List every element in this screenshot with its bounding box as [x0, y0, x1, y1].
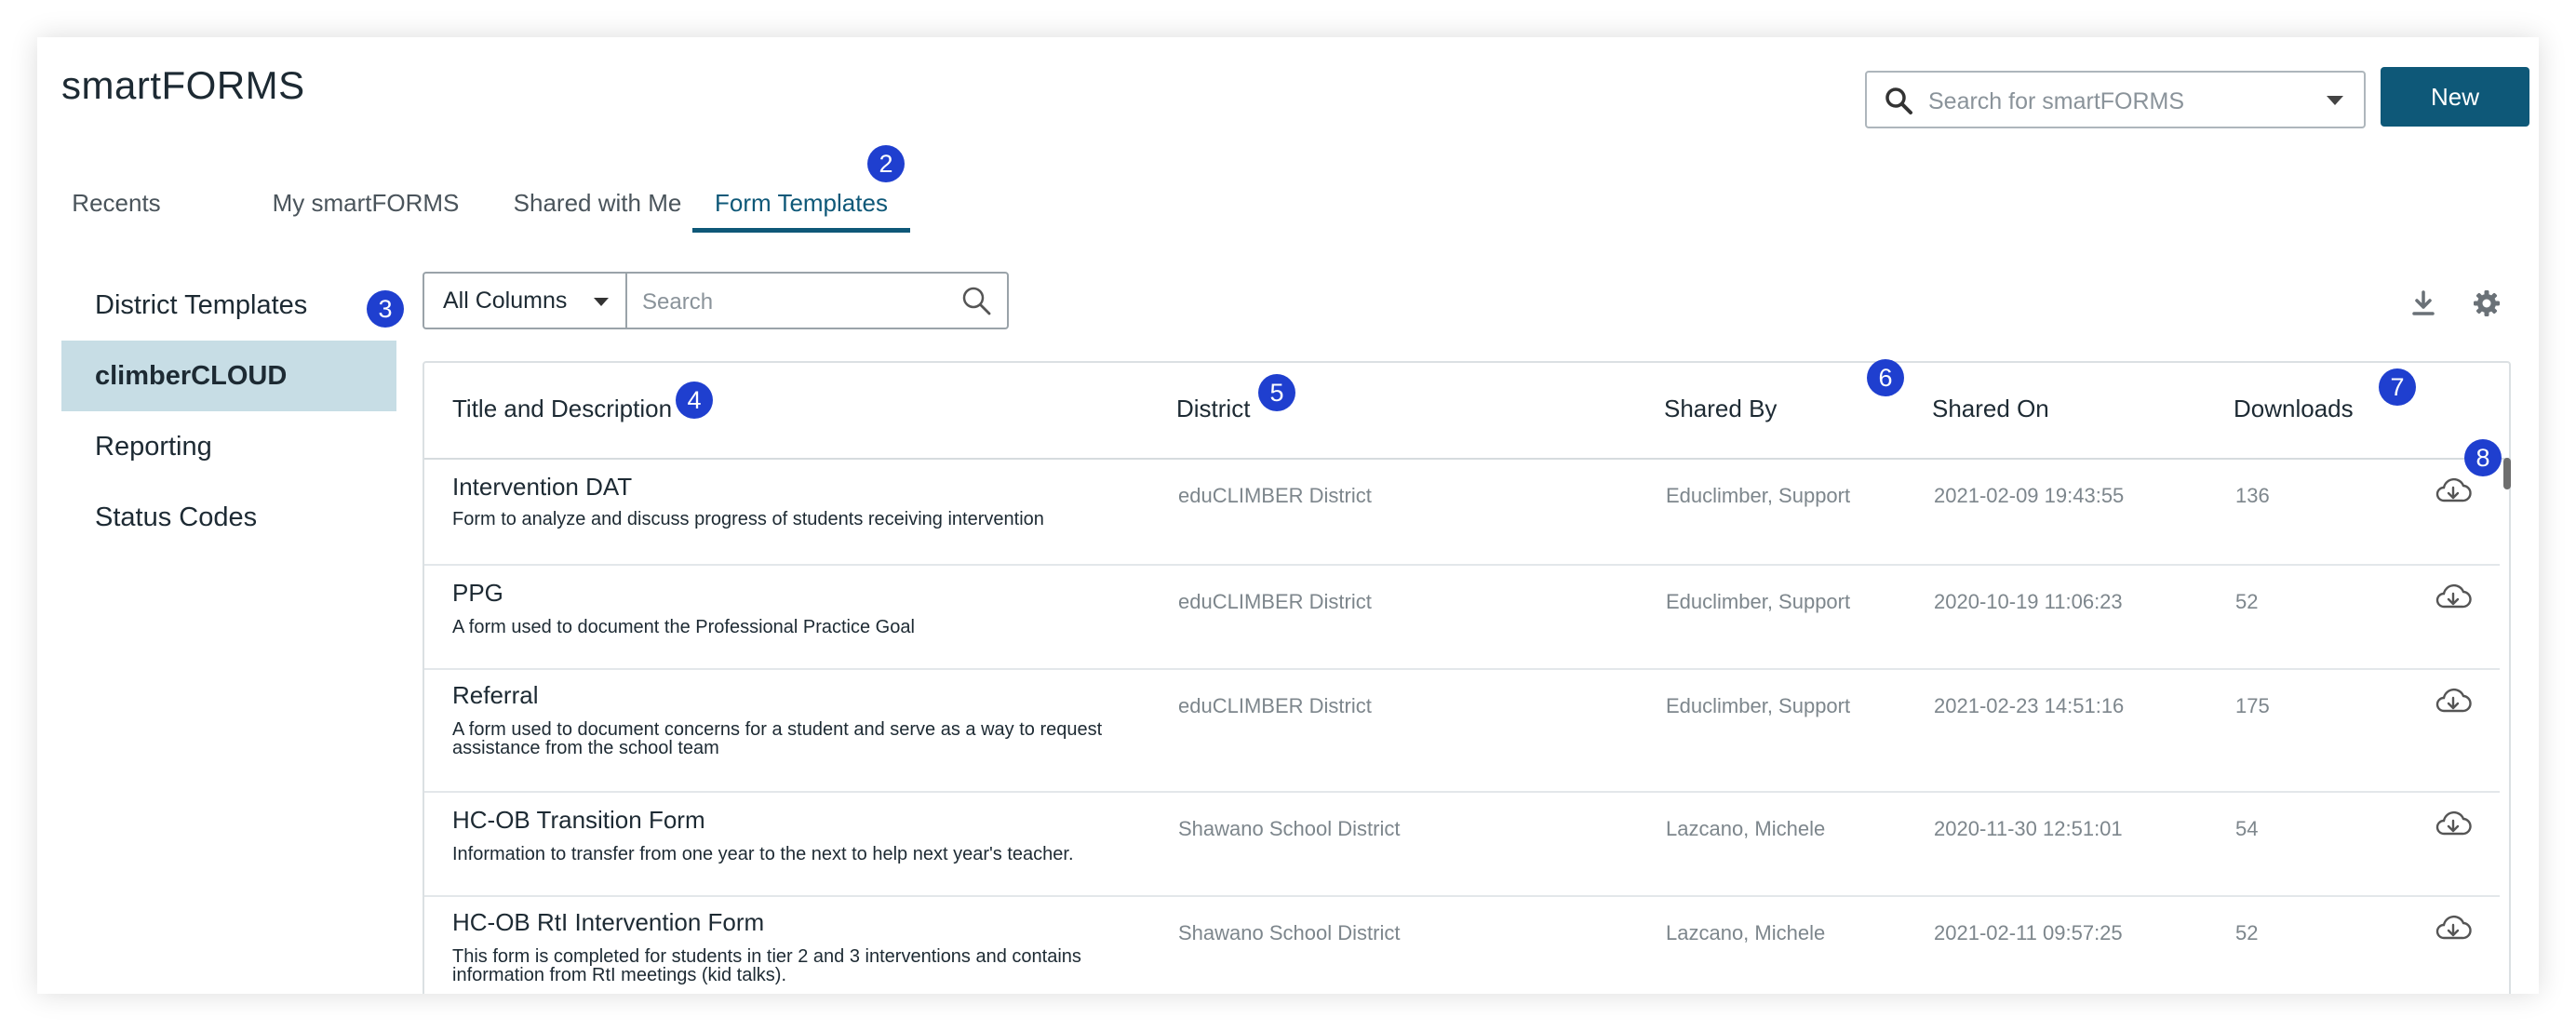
tab-shared-with-me[interactable]: Shared with Me: [504, 177, 691, 229]
row-description: Form to analyze and discuss progress of …: [452, 509, 1044, 529]
scrollbar-thumb[interactable]: [2503, 458, 2511, 489]
table-search-input[interactable]: [640, 281, 951, 324]
row-district: eduCLIMBER District: [1178, 484, 1372, 507]
tab-form-templates[interactable]: Form Templates: [692, 177, 910, 233]
row-shared-by: Educlimber, Support: [1666, 590, 1851, 613]
column-header-district[interactable]: District: [1176, 395, 1250, 423]
column-header-shared-on[interactable]: Shared On: [1932, 395, 2049, 423]
sidebar: District Templates climberCLOUD Reportin…: [61, 270, 396, 553]
row-shared-on: 2020-10-19 11:06:23: [1934, 590, 2123, 613]
table-row[interactable]: PPG A form used to document the Professi…: [424, 566, 2500, 670]
cloud-download-icon[interactable]: [2435, 810, 2472, 839]
column-header-downloads[interactable]: Downloads: [2234, 395, 2354, 423]
row-downloads: 175: [2235, 694, 2270, 717]
search-icon[interactable]: [960, 285, 992, 316]
row-title[interactable]: PPG: [452, 579, 503, 608]
row-description: A form used to document concerns for a s…: [452, 719, 1103, 758]
smartforms-search-input[interactable]: [1926, 80, 2302, 123]
row-title[interactable]: Referral: [452, 681, 538, 710]
row-downloads: 54: [2235, 817, 2259, 840]
row-description: This form is completed for students in t…: [452, 946, 1081, 985]
row-downloads: 136: [2235, 484, 2270, 507]
download-icon[interactable]: [2408, 288, 2438, 318]
row-district: eduCLIMBER District: [1178, 590, 1372, 613]
chevron-down-icon[interactable]: [2327, 96, 2343, 105]
app-title: smartFORMS: [61, 63, 305, 107]
row-title[interactable]: HC-OB RtI Intervention Form: [452, 908, 764, 937]
column-filter-select[interactable]: All Columns: [423, 272, 625, 329]
row-description: A form used to document the Professional…: [452, 617, 915, 637]
row-title[interactable]: HC-OB Transition Form: [452, 806, 705, 835]
table-header: Title and Description District Shared By…: [424, 363, 2509, 460]
annotation-badge-3: 3: [367, 290, 404, 328]
new-button[interactable]: New: [2381, 67, 2529, 127]
column-filter-value: All Columns: [443, 288, 568, 314]
row-district: Shawano School District: [1178, 921, 1401, 944]
gear-icon[interactable]: [2472, 288, 2502, 318]
row-shared-on: 2021-02-11 09:57:25: [1934, 921, 2123, 944]
table-scrollbar[interactable]: [2503, 458, 2511, 994]
table-row[interactable]: HC-OB RtI Intervention Form This form is…: [424, 897, 2500, 994]
table-row[interactable]: Referral A form used to document concern…: [424, 670, 2500, 793]
column-header-title[interactable]: Title and Description: [452, 395, 672, 423]
row-description: Information to transfer from one year to…: [452, 844, 1074, 864]
row-title[interactable]: Intervention DAT: [452, 473, 632, 502]
sidebar-item-reporting[interactable]: Reporting: [61, 411, 396, 482]
smartforms-search-combobox[interactable]: [1865, 71, 2366, 128]
table-row[interactable]: Intervention DAT Form to analyze and dis…: [424, 460, 2500, 566]
row-shared-on: 2021-02-09 19:43:55: [1934, 484, 2125, 507]
annotation-badge-2: 2: [867, 145, 905, 182]
row-downloads: 52: [2235, 590, 2259, 613]
row-shared-on: 2021-02-23 14:51:16: [1934, 694, 2125, 717]
tab-my-smartforms[interactable]: My smartFORMS: [268, 177, 463, 229]
caret-down-icon: [594, 298, 609, 306]
table-row[interactable]: HC-OB Transition Form Information to tra…: [424, 793, 2500, 897]
templates-table: Title and Description District Shared By…: [423, 361, 2511, 994]
cloud-download-icon[interactable]: [2435, 582, 2472, 612]
row-district: eduCLIMBER District: [1178, 694, 1372, 717]
sidebar-item-status-codes[interactable]: Status Codes: [61, 482, 396, 553]
row-shared-by: Educlimber, Support: [1666, 694, 1851, 717]
annotation-badge-7: 7: [2379, 368, 2416, 406]
annotation-badge-6: 6: [1867, 359, 1904, 396]
tab-recents[interactable]: Recents: [65, 177, 168, 229]
app-window: smartFORMS New Recents My smartFORMS Sha…: [37, 37, 2539, 994]
search-icon: [1885, 87, 1912, 114]
row-shared-on: 2020-11-30 12:51:01: [1934, 817, 2123, 840]
annotation-badge-5: 5: [1258, 374, 1295, 411]
table-search-field[interactable]: [625, 272, 1009, 329]
row-shared-by: Educlimber, Support: [1666, 484, 1851, 507]
column-header-shared-by[interactable]: Shared By: [1664, 395, 1777, 423]
row-downloads: 52: [2235, 921, 2259, 944]
row-shared-by: Lazcano, Michele: [1666, 921, 1826, 944]
cloud-download-icon[interactable]: [2435, 476, 2472, 506]
cloud-download-icon[interactable]: [2435, 687, 2472, 716]
row-shared-by: Lazcano, Michele: [1666, 817, 1826, 840]
sidebar-item-district-templates[interactable]: District Templates: [61, 270, 396, 341]
sidebar-item-climbercloud[interactable]: climberCLOUD: [61, 341, 396, 411]
row-district: Shawano School District: [1178, 817, 1401, 840]
cloud-download-icon[interactable]: [2435, 914, 2472, 944]
annotation-badge-4: 4: [676, 382, 713, 419]
annotation-badge-8: 8: [2464, 439, 2502, 476]
